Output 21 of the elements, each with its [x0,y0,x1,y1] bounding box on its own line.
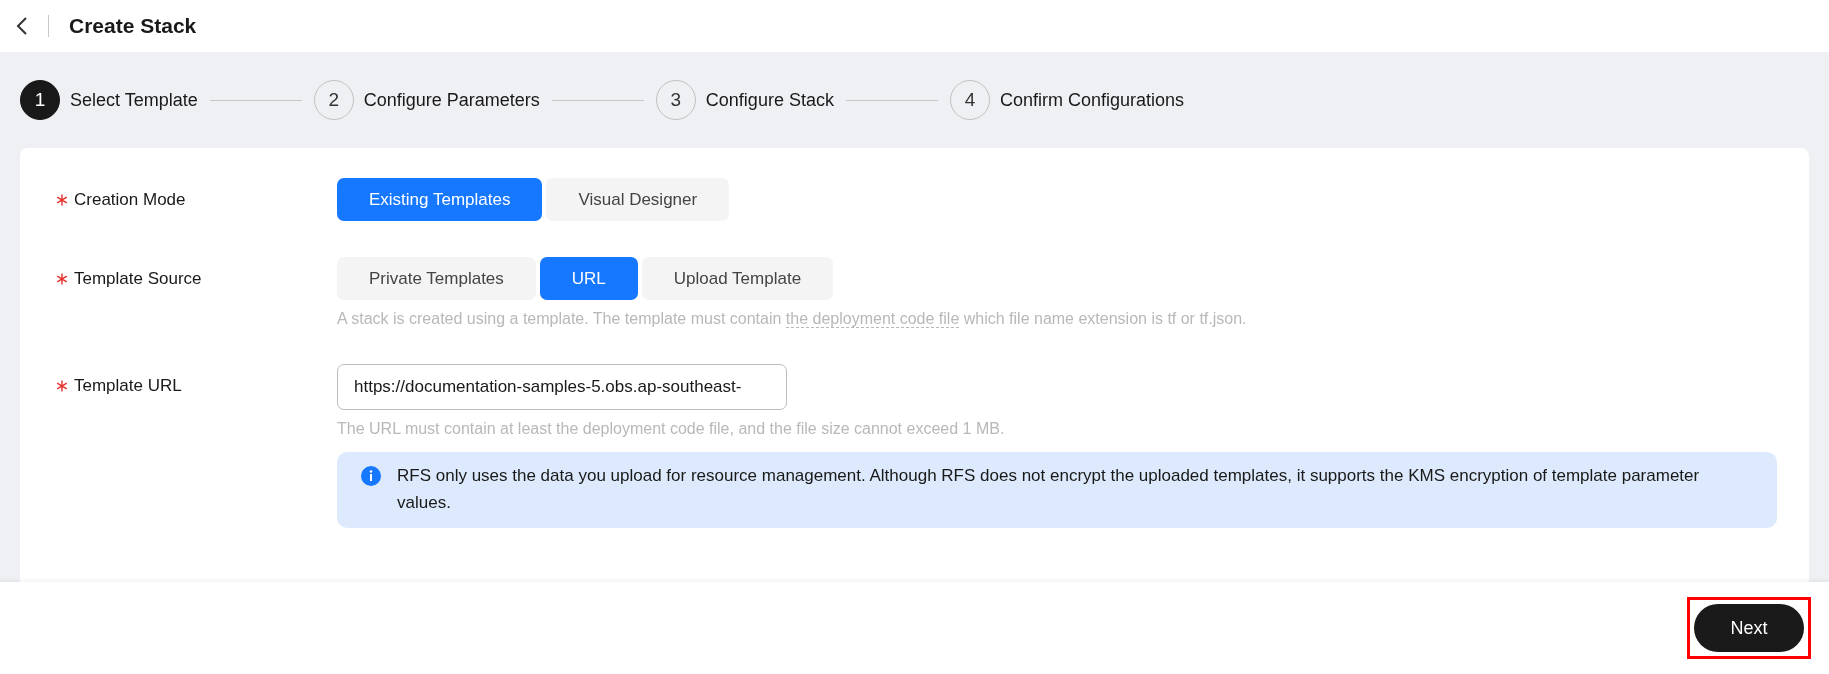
segment-tab[interactable]: Visual Designer [546,178,730,221]
segment-tab[interactable]: Existing Templates [337,178,543,221]
step-label: Configure Stack [705,89,834,111]
back-icon[interactable] [16,16,28,36]
url-input[interactable]: https://documentation-samples-5.obs.ap-southeast- [337,364,787,410]
hint-text: The URL must contain at least the deployment code file, and the file size cannot exceed 1 MB. [337,420,1006,438]
hint-text: A stack is created using a template. The template must contain the deployment code file which file name extension is tf or tf.json. [337,310,1247,328]
page-title: Create Stack [69,14,197,38]
segment-tab[interactable]: Upload Template [641,257,834,300]
segment-tab[interactable]: Private Templates [337,257,536,300]
next-button[interactable]: Next [1694,604,1804,652]
step-label: Confirm Configurations [999,89,1184,111]
field-label: Template Source [74,269,202,289]
notice-text: RFS only uses the data you upload for resource management. Although RFS does not encrypt the uploaded templates, it supports the KMS encryption of template parameter values. [397,466,1700,512]
step-number: 1 [20,80,60,120]
step-label: Select Template [70,89,198,111]
field-label: Template URL [74,376,182,396]
info-icon [361,466,381,486]
segment-tab[interactable]: URL [539,257,638,300]
step-label: Configure Parameters [363,89,540,111]
field-label: Creation Mode [74,190,186,210]
